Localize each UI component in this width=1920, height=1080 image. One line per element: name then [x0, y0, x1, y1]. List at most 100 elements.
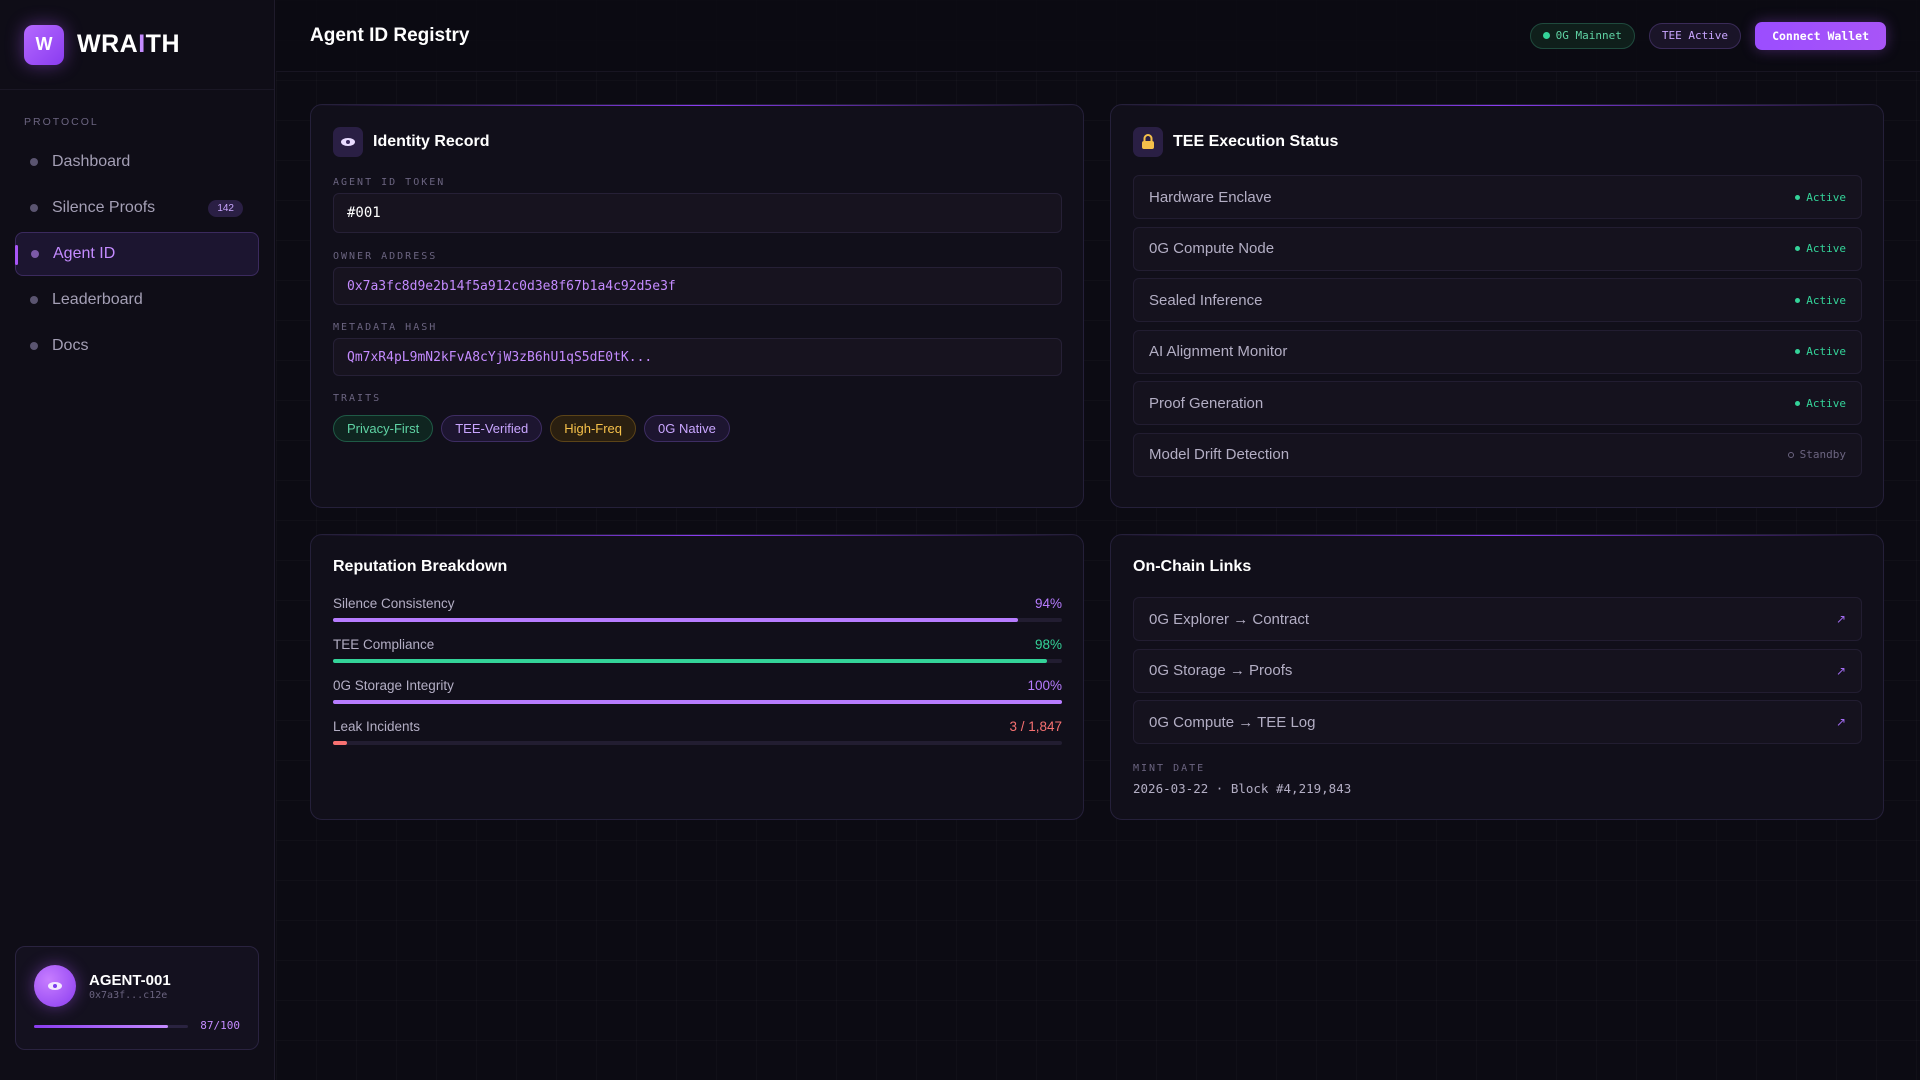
token-field[interactable]: #001 [333, 193, 1062, 233]
sidebar-item-label: Dashboard [52, 153, 131, 170]
agent-profile-card[interactable]: AGENT-001 0x7a3f...c12e 87/100 [15, 946, 259, 1050]
status-row-label: Sealed Inference [1149, 291, 1263, 309]
eye-icon [333, 127, 363, 157]
brand-name-part: TH [145, 30, 180, 58]
sidebar-item-silence-proofs[interactable]: Silence Proofs 142 [15, 186, 259, 230]
status-row-label: Hardware Enclave [1149, 188, 1272, 206]
external-link-icon: ↗ [1835, 663, 1846, 678]
agent-score: 87/100 [200, 1019, 240, 1032]
tee-status-row: Model Drift Detection Standby [1133, 432, 1862, 477]
status-badge: Standby [1787, 448, 1846, 461]
reputation-label: Leak Incidents [333, 719, 421, 734]
reputation-row: 0G Storage Integrity 100% [333, 678, 1062, 704]
panel-title: Identity Record [333, 127, 489, 157]
main-content: Agent ID Registry 0G Mainnet TEE Active … [276, 0, 1920, 1080]
metadata-hash-field[interactable]: Qm7xR4pL9mN2kFvA8cYjW3zB6hU1qS5dE0tK... [333, 338, 1062, 376]
lock-icon [1133, 127, 1163, 157]
reputation-row: Silence Consistency 94% [333, 596, 1062, 622]
reputation-bar-fill [333, 618, 1019, 622]
tee-status-row: Sealed Inference Active [1133, 278, 1862, 322]
nav-dot-icon [30, 158, 38, 166]
reputation-value: 100% [1027, 678, 1062, 693]
storage-proofs-link[interactable]: 0G Storage → Proofs ↗ [1133, 648, 1862, 693]
traits-label: TRAITS [333, 393, 382, 404]
explorer-contract-link[interactable]: 0G Explorer → Contract ↗ [1133, 597, 1862, 641]
panel-title-text: Identity Record [373, 133, 490, 150]
trait-tag[interactable]: Privacy-First [333, 415, 434, 442]
agent-score-bar [34, 1025, 188, 1028]
tee-status-panel: TEE Execution Status Hardware Enclave Ac… [1110, 104, 1884, 508]
status-text: Standby [1799, 448, 1846, 461]
status-row-label: AI Alignment Monitor [1149, 343, 1288, 360]
status-dot-icon [1795, 400, 1801, 406]
reputation-label: Silence Consistency [333, 596, 455, 611]
status-text: Active [1806, 396, 1846, 410]
topbar-actions: 0G Mainnet TEE Active Connect Wallet [1529, 21, 1886, 50]
external-link-icon: ↗ [1835, 715, 1846, 729]
tee-status-list: Hardware Enclave Active 0G Compute Node … [1133, 175, 1862, 484]
identity-record-panel: Identity Record AGENT ID TOKEN #001 OWNE… [310, 104, 1084, 508]
reputation-bar [333, 700, 1062, 704]
reputation-bar [333, 659, 1062, 663]
network-pill[interactable]: 0G Mainnet [1529, 22, 1635, 49]
link-label: 0G Compute → TEE Log [1149, 713, 1316, 731]
owner-label: OWNER ADDRESS [333, 251, 438, 262]
tee-status-row: Proof Generation Active [1133, 381, 1862, 425]
status-text: Active [1806, 293, 1846, 307]
compute-tee-log-link[interactable]: 0G Compute → TEE Log ↗ [1133, 700, 1862, 744]
status-text: Active [1806, 345, 1846, 358]
reputation-bar-fill [333, 659, 1048, 663]
standby-ring-icon [1787, 451, 1794, 458]
brand-name-part: WRA [77, 30, 139, 58]
sidebar-item-label: Silence Proofs [52, 199, 156, 216]
nav-dot-icon [30, 342, 38, 350]
status-dot-icon [1795, 349, 1801, 354]
tee-status-pill[interactable]: TEE Active [1648, 22, 1742, 49]
avatar [34, 965, 76, 1007]
status-row-label: 0G Compute Node [1149, 240, 1275, 257]
reputation-bar [333, 618, 1062, 622]
external-link-icon: ↗ [1835, 612, 1846, 626]
status-badge: Active [1795, 242, 1846, 255]
onchain-links-panel: On-Chain Links 0G Explorer → Contract ↗ … [1110, 534, 1884, 820]
status-dot-icon [1795, 297, 1801, 303]
sidebar-item-label: Docs [52, 337, 89, 354]
reputation-row: TEE Compliance 98% [333, 637, 1062, 663]
owner-address-field[interactable]: 0x7a3fc8d9e2b14f5a912c0d3e8f67b1a4c92d5e… [333, 267, 1062, 305]
page-title: Agent ID Registry [310, 24, 470, 46]
topbar: Agent ID Registry 0G Mainnet TEE Active … [276, 0, 1920, 72]
brand-logo[interactable]: W [24, 24, 64, 65]
agent-name: AGENT-001 [89, 972, 171, 989]
reputation-label: TEE Compliance [333, 637, 435, 652]
traits-list: Privacy-First TEE-Verified High-Freq 0G … [333, 415, 730, 442]
eye-icon [48, 982, 62, 990]
mint-date-value: 2026-03-22 · Block #4,219,843 [1133, 781, 1352, 796]
sidebar-item-docs[interactable]: Docs [15, 324, 259, 368]
trait-tag[interactable]: High-Freq [550, 415, 636, 442]
trait-tag[interactable]: 0G Native [644, 415, 730, 442]
reputation-bar [333, 741, 1062, 745]
sidebar-item-label: Agent ID [53, 245, 116, 262]
mint-date-label: MINT DATE [1133, 763, 1206, 774]
status-text: Active [1806, 190, 1846, 204]
trait-tag[interactable]: TEE-Verified [441, 415, 543, 442]
agent-address: 0x7a3f...c12e [89, 990, 168, 1001]
reputation-value: 3 / 1,847 [1009, 719, 1062, 734]
sidebar: W WRAITH PROTOCOL Dashboard Silence Proo… [0, 0, 275, 1080]
sidebar-item-agent-id[interactable]: Agent ID [15, 232, 259, 276]
nav-section-label: PROTOCOL [24, 116, 99, 128]
status-row-label: Model Drift Detection [1149, 446, 1290, 463]
status-badge: Active [1795, 397, 1846, 410]
sidebar-item-dashboard[interactable]: Dashboard [15, 140, 259, 184]
sidebar-item-leaderboard[interactable]: Leaderboard [15, 278, 259, 322]
brand[interactable]: W WRAITH [0, 0, 274, 90]
nav-dot-icon [30, 296, 38, 304]
tee-status-row: AI Alignment Monitor Active [1133, 329, 1862, 374]
tee-status-row: Hardware Enclave Active [1133, 175, 1862, 219]
status-badge: Active [1795, 294, 1846, 307]
panel-title: On-Chain Links [1133, 558, 1252, 575]
status-dot-icon [1795, 246, 1801, 251]
connect-wallet-button[interactable]: Connect Wallet [1755, 21, 1886, 50]
network-label: 0G Mainnet [1555, 29, 1622, 42]
reputation-label: 0G Storage Integrity [333, 678, 454, 693]
